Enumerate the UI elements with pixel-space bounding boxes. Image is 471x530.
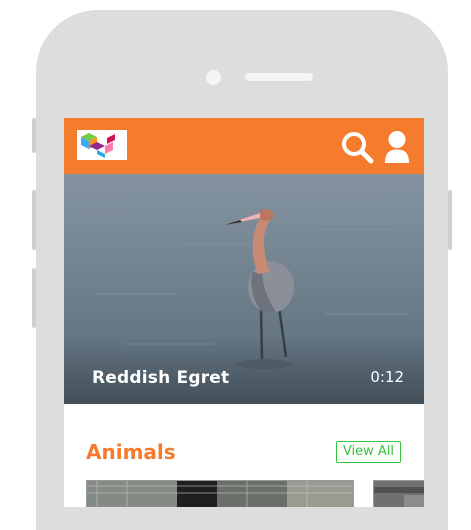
front-camera	[206, 70, 221, 85]
side-button-volume-down	[32, 268, 36, 328]
animal-thumbnail[interactable]	[86, 480, 354, 507]
featured-video[interactable]: Reddish Egret 0:12	[64, 174, 424, 404]
thumbnail-image	[87, 481, 353, 507]
search-button[interactable]	[340, 130, 374, 164]
side-button-top	[32, 118, 36, 153]
view-all-button[interactable]: View All	[336, 441, 401, 463]
video-duration: 0:12	[370, 368, 404, 386]
app-header	[64, 118, 424, 174]
earpiece-speaker	[245, 73, 313, 81]
app-logo[interactable]	[77, 130, 127, 160]
side-button-volume-up	[32, 190, 36, 250]
side-button-power	[448, 190, 452, 250]
colorful-cube-logo-icon	[81, 133, 115, 158]
profile-button[interactable]	[383, 130, 411, 164]
app-screen: Reddish Egret 0:12 Animals View All	[64, 118, 424, 507]
animals-section: Animals View All	[64, 404, 424, 507]
animal-thumbnail[interactable]	[373, 480, 424, 507]
video-title: Reddish Egret	[92, 368, 230, 388]
user-profile-icon	[385, 131, 409, 163]
section-title: Animals	[86, 440, 176, 464]
thumbnail-image	[374, 481, 424, 507]
search-icon	[342, 132, 374, 164]
